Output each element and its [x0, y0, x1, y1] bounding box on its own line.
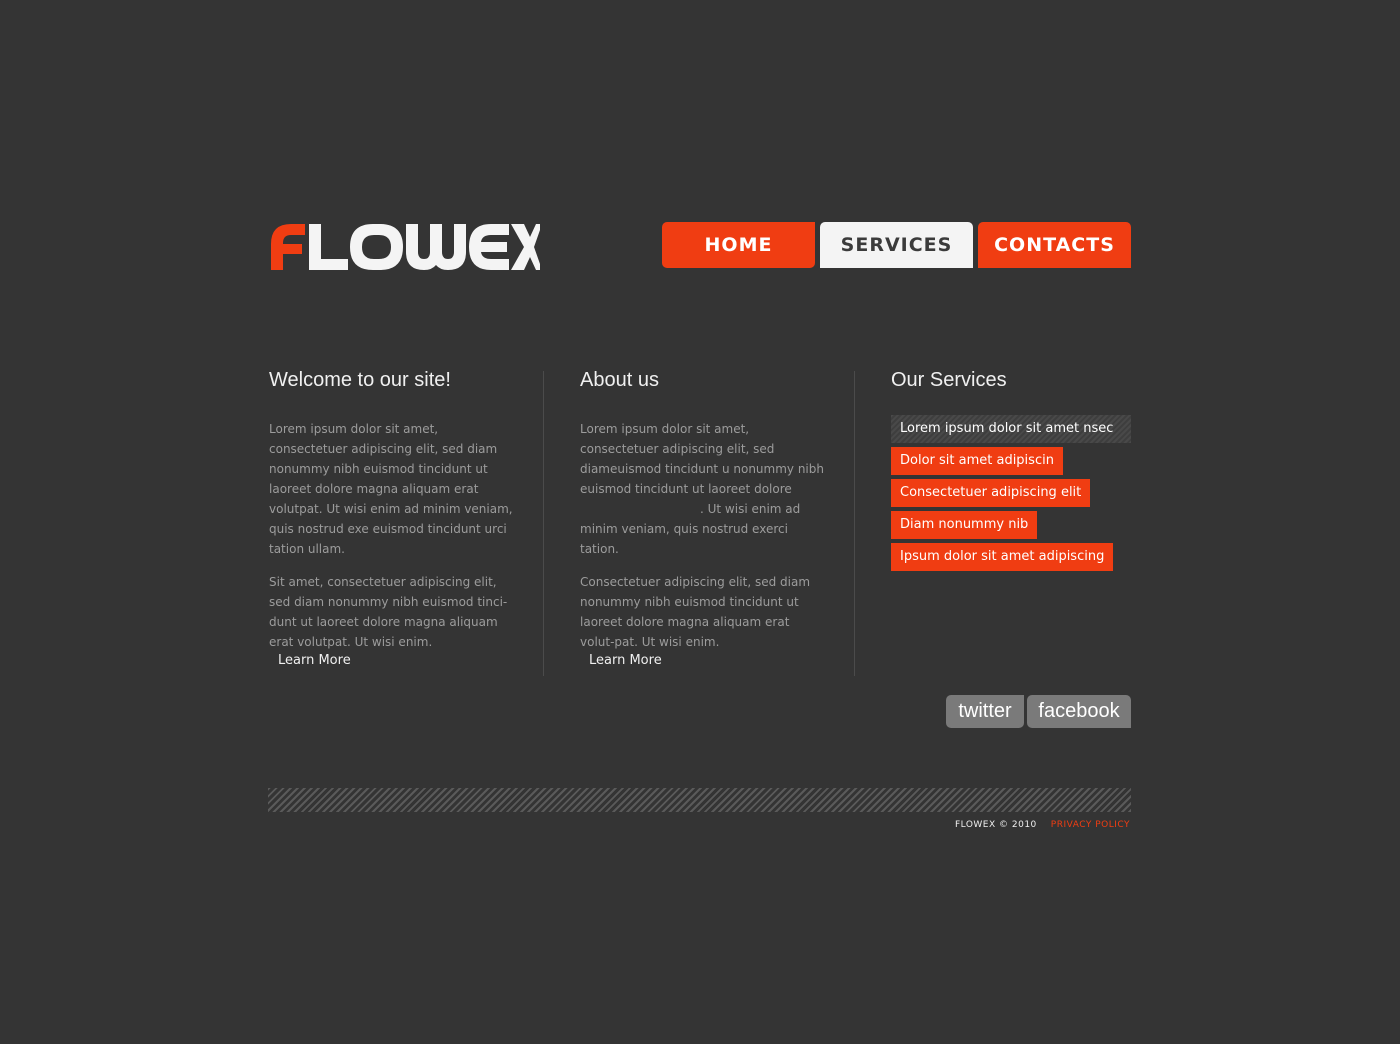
welcome-section: Welcome to our site! Lorem ipsum dolor s…: [269, 370, 515, 652]
facebook-button[interactable]: facebook: [1027, 695, 1131, 728]
services-list: Lorem ipsum dolor sit amet nsec Dolor si…: [891, 415, 1131, 571]
nav-contacts-button[interactable]: CONTACTS: [978, 222, 1131, 268]
footer-stripe-divider: [268, 788, 1131, 812]
service-item[interactable]: Diam nonummy nib: [891, 511, 1038, 539]
twitter-button[interactable]: twitter: [946, 695, 1024, 728]
nav-services-button[interactable]: SERVICES: [820, 222, 973, 268]
welcome-title: Welcome to our site!: [269, 369, 451, 391]
about-paragraph-1: Lorem ipsum dolor sit amet, consectetuer…: [580, 419, 826, 559]
about-paragraph-1-end: . Ut wisi enim ad minim veniam, quis nos…: [580, 502, 801, 556]
privacy-policy-link[interactable]: PRIVACY POLICY: [1051, 818, 1130, 832]
welcome-paragraph-1: Lorem ipsum dolor sit amet, consectetuer…: [269, 422, 513, 556]
column-divider: [854, 371, 855, 676]
service-item[interactable]: Ipsum dolor sit amet adipiscing: [891, 543, 1114, 571]
service-item[interactable]: Lorem ipsum dolor sit amet nsec: [891, 415, 1131, 443]
about-title: About us: [580, 369, 659, 391]
footer: FLOWEX © 2010 PRIVACY POLICY: [955, 818, 1130, 832]
welcome-learn-more-link[interactable]: Learn More: [269, 652, 360, 670]
about-paragraph-1-start: Lorem ipsum dolor sit amet, consectetuer…: [580, 422, 824, 496]
about-learn-more-link[interactable]: Learn More: [580, 652, 671, 670]
welcome-paragraph-2: Sit amet, consectetuer adipiscing elit, …: [269, 575, 508, 649]
services-title: Our Services: [891, 369, 1007, 391]
service-item[interactable]: Consectetuer adipiscing elit: [891, 479, 1091, 507]
copyright-text: FLOWEX © 2010: [954, 820, 1037, 830]
service-item[interactable]: Dolor sit amet adipiscin: [891, 447, 1063, 475]
about-section: About us Lorem ipsum dolor sit amet, con…: [580, 370, 826, 652]
services-section: Our Services Lorem ipsum dolor sit amet …: [891, 370, 1131, 571]
about-paragraph-2: Consectetuer adipiscing elit, sed diam n…: [580, 575, 811, 649]
social-links: twitter facebook: [946, 695, 1131, 728]
flowex-logo[interactable]: [268, 222, 540, 270]
main-nav: HOME SERVICES CONTACTS: [662, 222, 1131, 268]
column-divider: [543, 371, 544, 676]
nav-home-button[interactable]: HOME: [662, 222, 815, 268]
